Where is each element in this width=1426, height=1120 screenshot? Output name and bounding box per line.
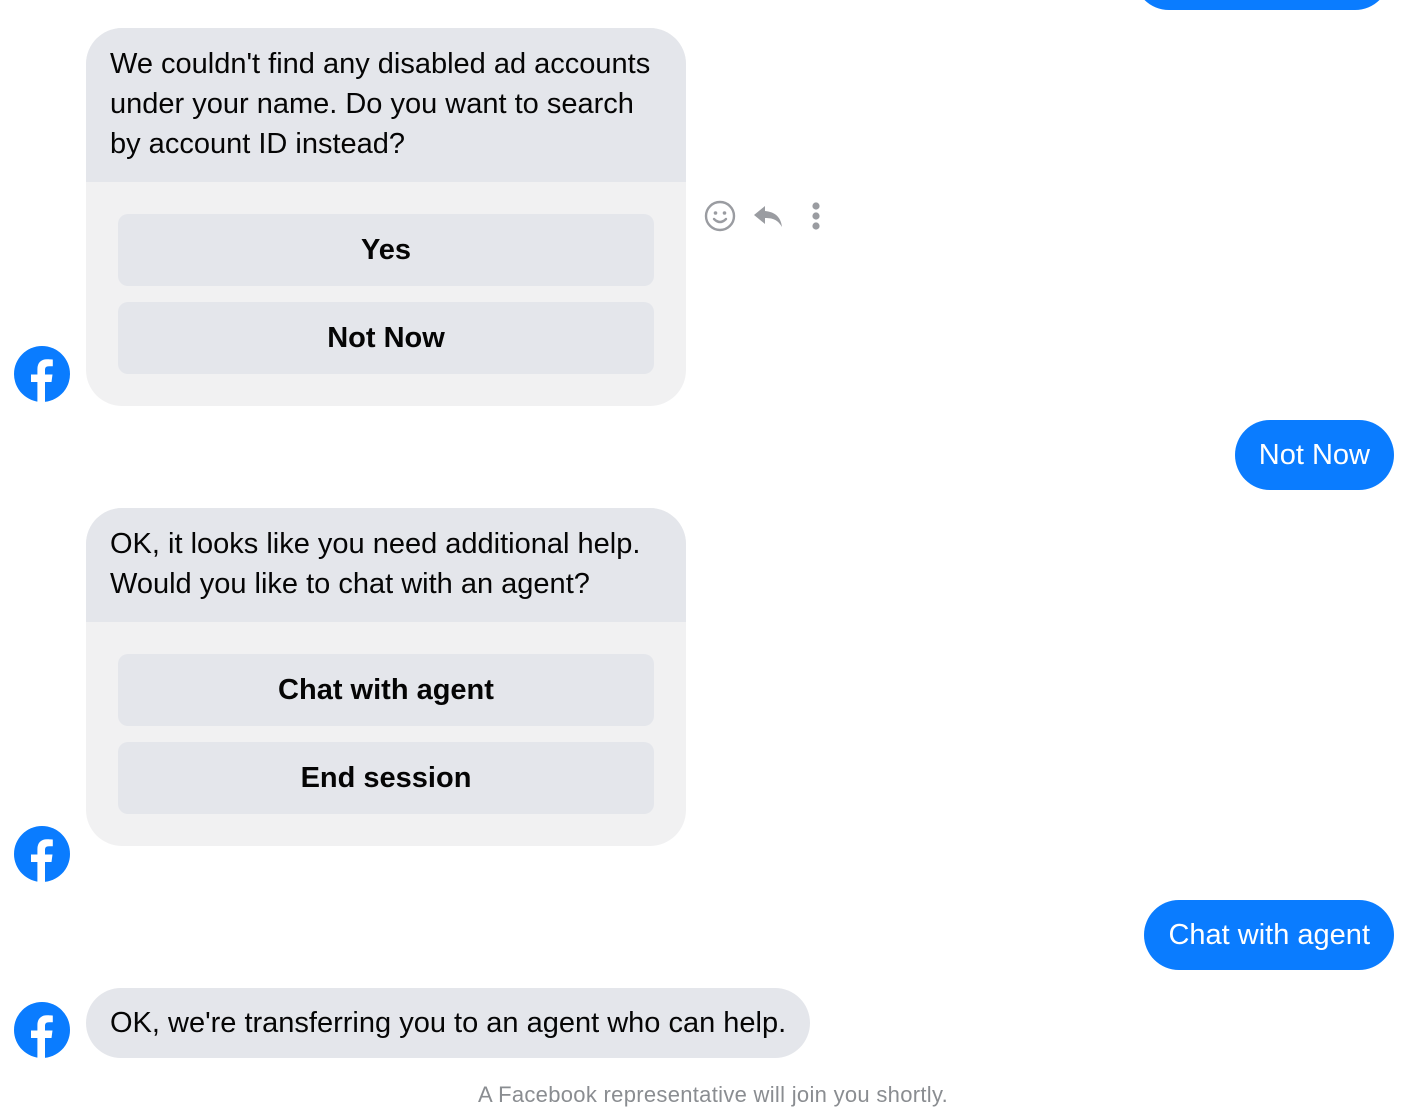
chat-thread: We couldn't find any disabled ad account… [0,0,1426,1120]
quick-reply-group: Yes Not Now [86,182,686,406]
system-notice: A Facebook representative will join you … [477,1082,949,1107]
outgoing-message-bubble-partial [1134,0,1390,10]
bot-message-text: OK, it looks like you need additional he… [86,508,686,622]
smiley-icon[interactable] [700,196,740,236]
bot-message-card-1: We couldn't find any disabled ad account… [86,28,686,406]
chat-with-agent-button[interactable]: Chat with agent [118,654,654,726]
bot-message-text: We couldn't find any disabled ad account… [86,28,686,182]
facebook-logo-icon [14,1002,70,1058]
quick-reply-group: Chat with agent End session [86,622,686,846]
end-session-button[interactable]: End session [118,742,654,814]
reply-arrow-icon[interactable] [748,196,788,236]
facebook-logo-icon [14,826,70,882]
more-vertical-icon[interactable] [796,196,836,236]
message-actions [700,196,844,236]
bot-message-bubble: OK, we're transferring you to an agent w… [86,988,811,1058]
outgoing-message-bubble: Not Now [1234,420,1394,490]
facebook-logo-icon [14,346,70,402]
outgoing-message-bubble: Chat with agent [1144,900,1394,970]
yes-button[interactable]: Yes [118,214,654,286]
bot-message-card-2: OK, it looks like you need additional he… [86,508,686,846]
not-now-button[interactable]: Not Now [118,302,654,374]
